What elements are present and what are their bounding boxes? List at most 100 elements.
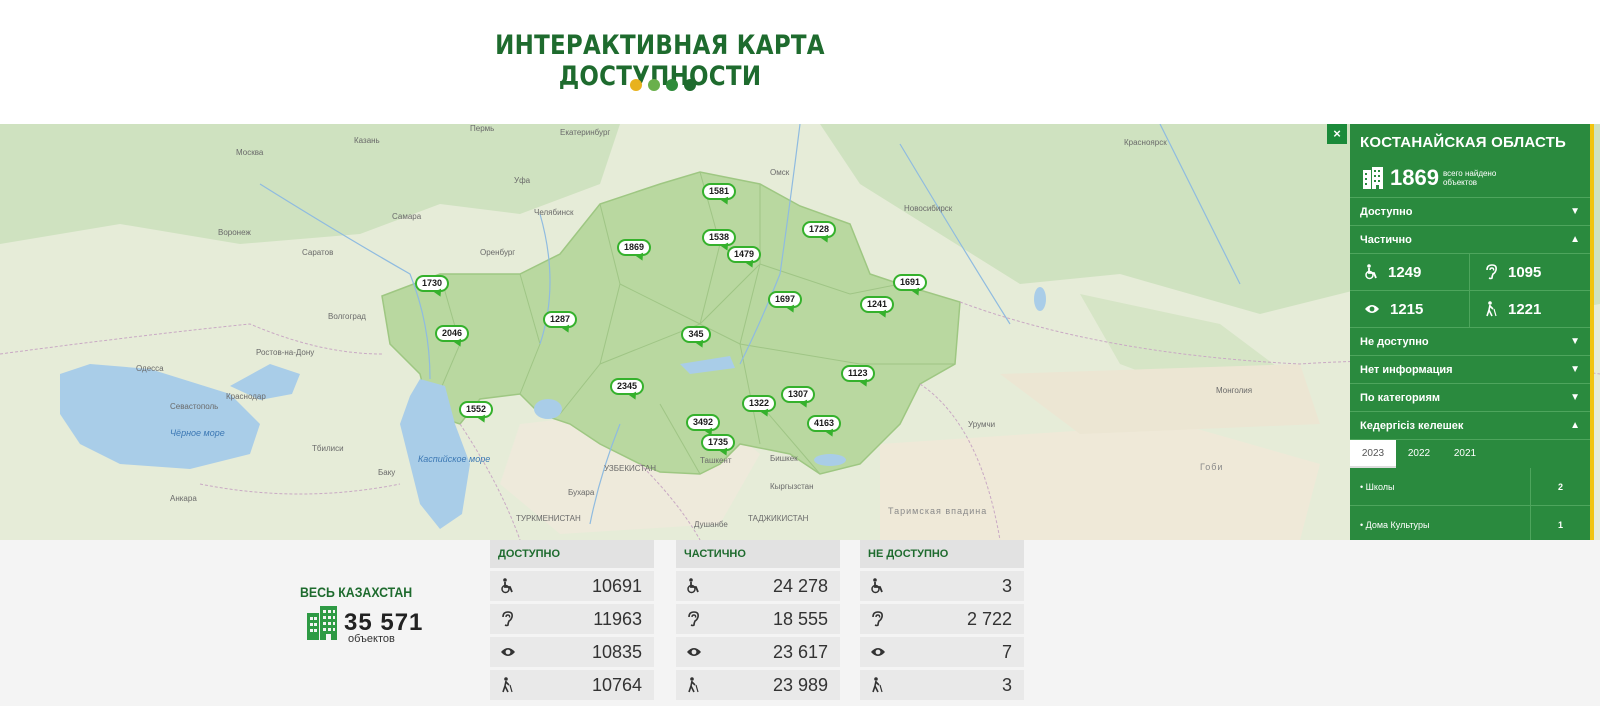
wheelchair-icon [501, 578, 513, 594]
section-barrier-free[interactable]: Кедергісіз келешек ▲ [1350, 412, 1590, 440]
summary-value: 10835 [591, 641, 642, 662]
region-info-panel: КОСТАНАЙСКАЯ ОБЛАСТЬ 1869 всего найдено … [1350, 124, 1594, 540]
category-name: • Школы [1360, 481, 1395, 492]
summary-value: 11963 [593, 608, 642, 629]
chevron-down-icon: ▼ [1570, 206, 1580, 217]
year-tabs: 2023 2022 2021 [1350, 440, 1590, 468]
summary-row: 10691 [490, 571, 654, 601]
walking-cane-icon [502, 677, 513, 693]
total-count: 35 571 объектов [306, 605, 423, 645]
summary-value: 10764 [591, 674, 642, 695]
summary-value: 18 555 [772, 608, 828, 629]
wheelchair-icon [871, 578, 883, 594]
region-marker[interactable]: 1538 [702, 229, 737, 246]
category-row[interactable]: • Дома Культуры 1 [1350, 506, 1590, 540]
region-marker[interactable]: 1322 [742, 395, 777, 412]
section-by-category[interactable]: По категориям ▼ [1350, 384, 1590, 412]
region-marker[interactable]: 345 [681, 326, 711, 343]
region-marker[interactable]: 1479 [727, 246, 762, 263]
column-header: НЕ ДОСТУПНО [860, 540, 1024, 568]
category-row[interactable]: • Школы 2 [1350, 468, 1590, 506]
eye-icon [871, 648, 885, 656]
region-marker[interactable]: 1287 [543, 311, 578, 328]
stat-mobility-value: 1221 [1508, 300, 1542, 318]
stat-vision-value: 1215 [1390, 300, 1424, 318]
region-marker[interactable]: 1869 [617, 239, 652, 256]
summary-row: 10835 [490, 637, 654, 667]
region-marker[interactable]: 1730 [415, 275, 450, 292]
summary-column-not-available: НЕ ДОСТУПНО 3 2 722 7 3 [860, 540, 1024, 700]
region-marker[interactable]: 1307 [781, 386, 816, 403]
building-icon [1363, 166, 1383, 189]
partial-stats-grid: 1249 1095 1215 1221 [1350, 254, 1590, 328]
summary-row: 24 278 [676, 571, 840, 601]
decoration-dot-2 [648, 79, 660, 91]
region-marker[interactable]: 1697 [768, 291, 803, 308]
summary-value: 10691 [591, 575, 642, 596]
stat-hearing-value: 1095 [1508, 263, 1542, 281]
section-no-info-label: Нет информация [1360, 363, 1453, 376]
region-marker[interactable]: 1581 [702, 183, 737, 200]
total-label: ВЕСЬ КАЗАХСТАН [300, 584, 413, 600]
stat-wheelchair: 1249 [1350, 254, 1470, 291]
category-name: • Дома Культуры [1360, 519, 1430, 530]
region-title: КОСТАНАЙСКАЯ ОБЛАСТЬ [1360, 134, 1567, 151]
region-marker[interactable]: 1735 [701, 434, 736, 451]
region-marker[interactable]: 2345 [610, 378, 645, 395]
total-unit: объектов [348, 633, 395, 645]
panel-close-button[interactable]: × [1327, 124, 1347, 144]
region-marker[interactable]: 1552 [459, 401, 494, 418]
count-note-line2: объектов [1442, 177, 1478, 187]
region-marker[interactable]: 2046 [435, 325, 470, 342]
wheelchair-icon [1365, 264, 1377, 280]
summary-value: 24 278 [772, 575, 828, 596]
chevron-down-icon: ▼ [1570, 364, 1580, 375]
summary-value: 3 [1001, 674, 1012, 695]
section-partial-label: Частично [1360, 233, 1412, 246]
section-available[interactable]: Доступно ▼ [1350, 198, 1590, 226]
chevron-up-icon: ▲ [1570, 234, 1580, 245]
stat-vision: 1215 [1350, 291, 1470, 328]
walking-cane-icon [1486, 301, 1497, 317]
hearing-icon [688, 611, 699, 627]
section-partial[interactable]: Частично ▲ [1350, 226, 1590, 254]
region-marker[interactable]: 1691 [893, 274, 928, 291]
hearing-icon [872, 611, 883, 627]
summary-section: ВЕСЬ КАЗАХСТАН 35 571 объектов ДОСТУПНО … [0, 540, 1600, 706]
summary-column-partial: ЧАСТИЧНО 24 278 18 555 23 617 23 989 [676, 540, 840, 700]
region-marker[interactable]: 3492 [686, 414, 721, 431]
summary-row: 3 [860, 571, 1024, 601]
page-header: ИНТЕРАКТИВНАЯ КАРТА ДОСТУПНОСТИ [0, 0, 1600, 124]
summary-row: 7 [860, 637, 1024, 667]
section-by-category-label: По категориям [1360, 391, 1441, 404]
eye-icon [687, 648, 701, 656]
wheelchair-icon [687, 578, 699, 594]
region-marker[interactable]: 1728 [802, 221, 837, 238]
region-marker[interactable]: 4163 [807, 415, 842, 432]
summary-value: 23 989 [772, 674, 828, 695]
region-count: 1869 всего найдено объектов [1350, 158, 1590, 198]
region-count-value: 1869 [1390, 164, 1439, 190]
summary-column-available: ДОСТУПНО 10691 11963 10835 10764 [490, 540, 654, 700]
walking-cane-icon [688, 677, 699, 693]
year-tabs-filler [1488, 440, 1590, 468]
tab-year-2021[interactable]: 2021 [1442, 440, 1488, 468]
tab-year-2022[interactable]: 2022 [1396, 440, 1442, 468]
summary-row: 23 989 [676, 670, 840, 700]
category-value: 1 [1530, 506, 1590, 540]
section-not-available[interactable]: Не доступно ▼ [1350, 328, 1590, 356]
walking-cane-icon [872, 677, 883, 693]
section-no-info[interactable]: Нет информация ▼ [1350, 356, 1590, 384]
column-header: ЧАСТИЧНО [676, 540, 840, 568]
title-decoration-dots [630, 79, 696, 91]
region-marker[interactable]: 1123 [841, 365, 875, 382]
summary-row: 2 722 [860, 604, 1024, 634]
decoration-dot-4 [684, 79, 696, 91]
summary-value: 23 617 [772, 641, 828, 662]
tab-year-2023[interactable]: 2023 [1350, 440, 1396, 468]
hearing-icon [1486, 264, 1497, 280]
category-value: 2 [1530, 468, 1590, 505]
summary-value: 3 [1001, 575, 1012, 596]
region-marker[interactable]: 1241 [860, 296, 895, 313]
stat-hearing: 1095 [1470, 254, 1590, 291]
